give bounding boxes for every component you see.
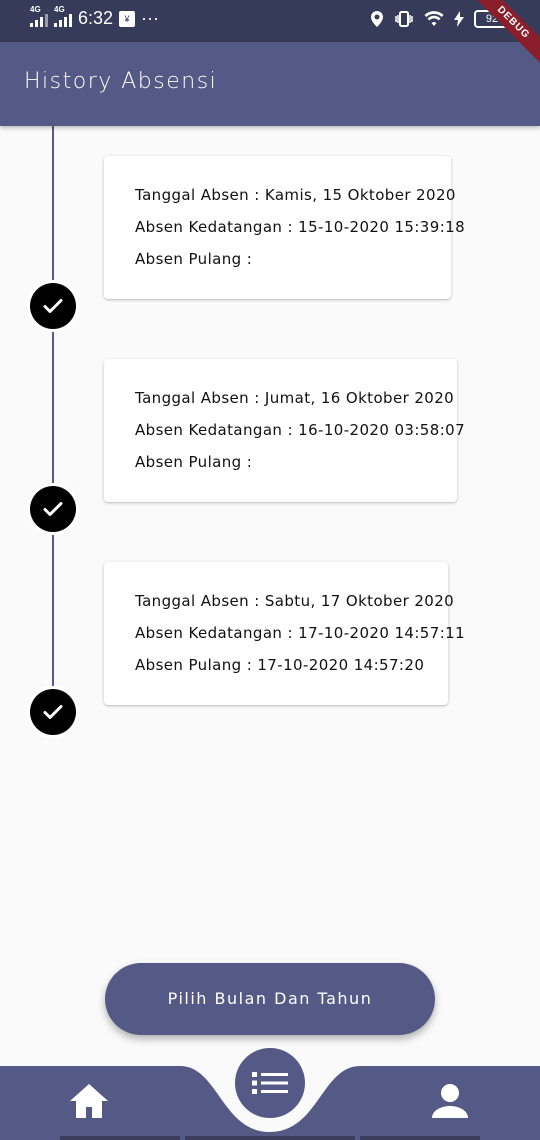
absen-pulang: Absen Pulang : [135, 453, 253, 471]
page-title: History Absensi [24, 69, 218, 94]
timeline-node [27, 483, 79, 535]
home-icon [70, 1084, 108, 1118]
tanggal-absen: Tanggal Absen : Kamis, 15 Oktober 2020 [135, 186, 456, 204]
nav-indicator [185, 1136, 355, 1140]
list-icon [252, 1072, 288, 1094]
nav-home[interactable] [68, 1082, 110, 1124]
wifi-icon [424, 11, 444, 26]
status-bar: 4G 4G 6:32 ¥ ··· 92 [0, 0, 540, 42]
history-card: Tanggal Absen : Kamis, 15 Oktober 2020 A… [104, 156, 466, 299]
app-bar: History Absensi [0, 42, 540, 126]
absen-pulang: Absen Pulang : [135, 250, 253, 268]
nav-indicator [360, 1136, 480, 1140]
history-card: Tanggal Absen : Jumat, 16 Oktober 2020 A… [104, 359, 466, 502]
signal-icon: 4G [54, 5, 72, 27]
history-card: Tanggal Absen : Sabtu, 17 Oktober 2020 A… [104, 562, 466, 705]
absen-kedatangan: Absen Kedatangan : 15-10-2020 15:39:18 [135, 218, 466, 236]
nav-indicator [60, 1136, 180, 1140]
vibrate-icon [395, 11, 413, 27]
absen-pulang: Absen Pulang : 17-10-2020 14:57:20 [135, 656, 425, 674]
check-icon [43, 502, 63, 516]
tanggal-absen: Tanggal Absen : Jumat, 16 Oktober 2020 [135, 389, 455, 407]
notification-icon: ¥ [119, 10, 136, 27]
absen-kedatangan: Absen Kedatangan : 16-10-2020 03:58:07 [135, 421, 466, 439]
check-icon [43, 705, 63, 719]
timeline-node [27, 280, 79, 332]
more-dots: ··· [141, 8, 160, 28]
nav-history[interactable] [235, 1048, 305, 1118]
person-icon [432, 1084, 468, 1118]
signal-icon: 4G [30, 5, 48, 27]
timeline-node [27, 686, 79, 738]
location-icon [371, 11, 383, 27]
absen-kedatangan: Absen Kedatangan : 17-10-2020 14:57:11 [135, 624, 466, 642]
pick-month-year-button[interactable]: Pilih Bulan Dan Tahun [105, 963, 435, 1035]
status-time: 6:32 [78, 8, 114, 28]
charging-icon [454, 11, 464, 27]
nav-profile[interactable] [430, 1082, 470, 1124]
timeline-line [52, 126, 54, 712]
tanggal-absen: Tanggal Absen : Sabtu, 17 Oktober 2020 [135, 592, 455, 610]
check-icon [43, 299, 63, 313]
